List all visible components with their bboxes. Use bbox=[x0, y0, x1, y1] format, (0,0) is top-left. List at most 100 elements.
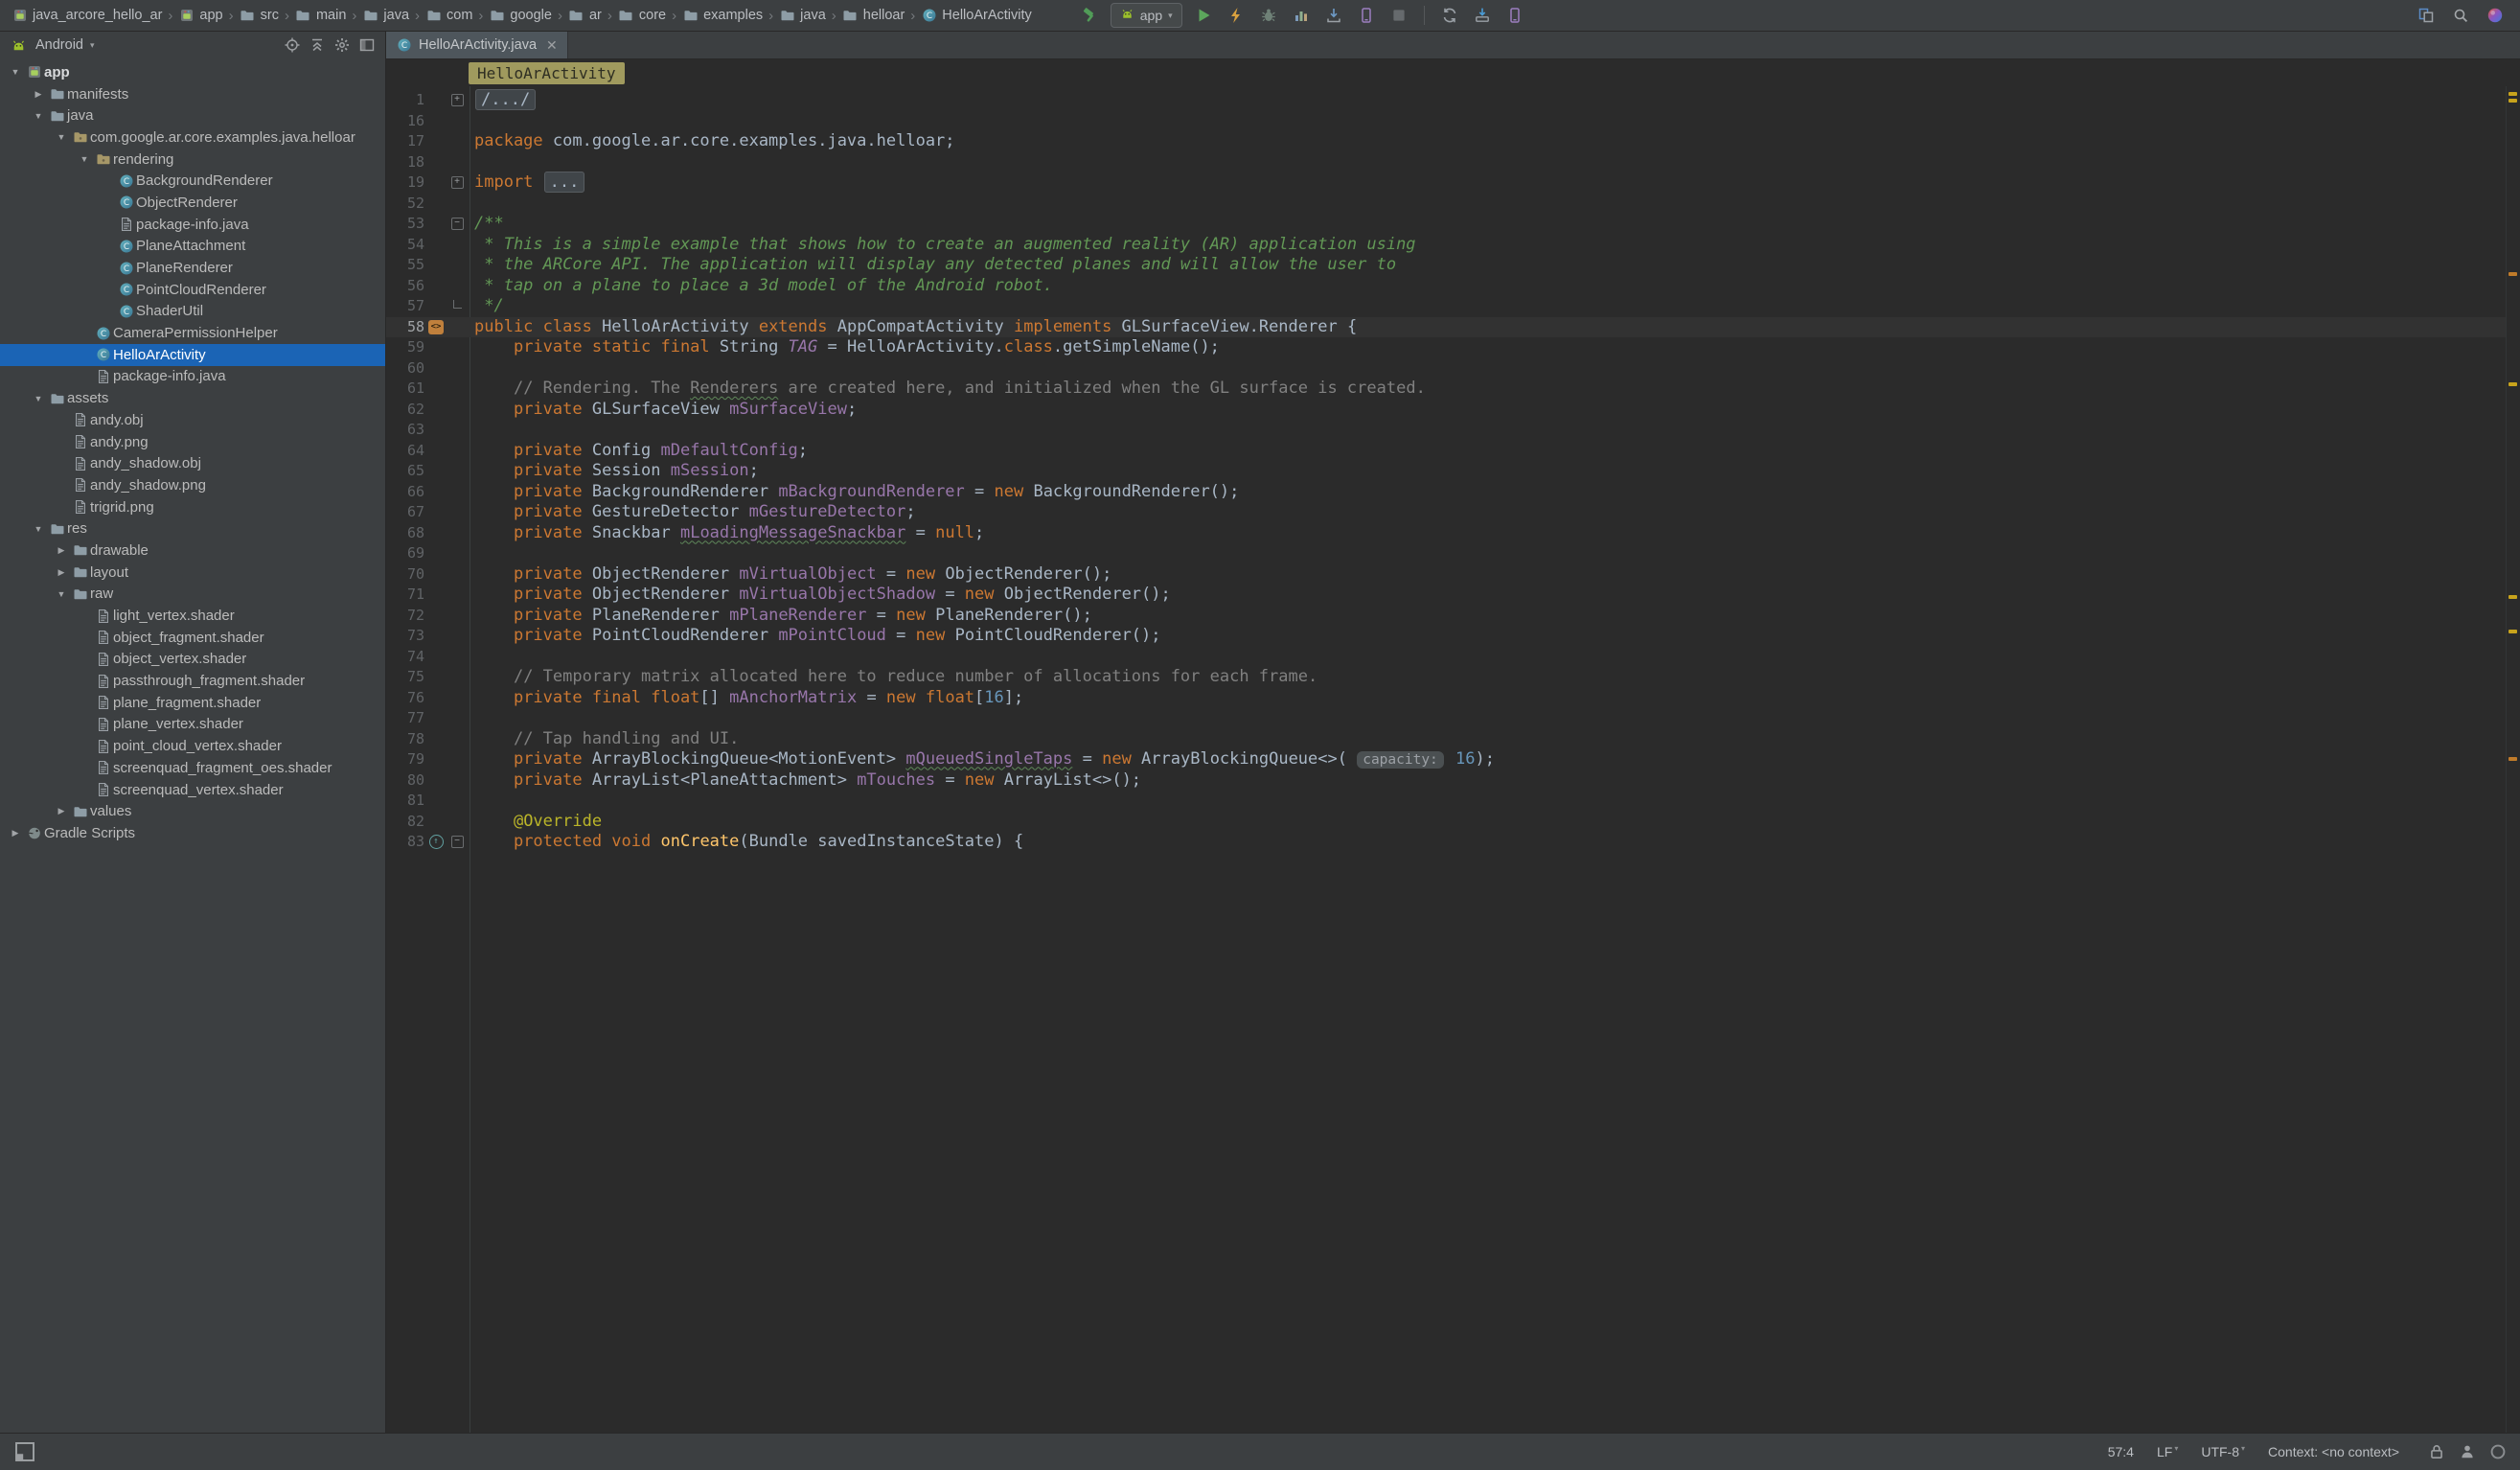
hide-panel-icon[interactable] bbox=[356, 34, 378, 56]
code-line-19[interactable]: 19+import ... bbox=[386, 172, 2520, 194]
editor-gutter[interactable]: 73 bbox=[386, 626, 470, 647]
code-text[interactable]: * tap on a plane to place a 3d model of … bbox=[470, 276, 1053, 297]
collapse-all-icon[interactable] bbox=[307, 34, 328, 56]
tree-item-andy-shadow-obj[interactable]: andy_shadow.obj bbox=[0, 452, 385, 474]
code-line-54[interactable]: 54 * This is a simple example that shows… bbox=[386, 235, 2520, 256]
editor-gutter[interactable]: 53− bbox=[386, 214, 470, 235]
related-layout-icon[interactable]: <> bbox=[424, 320, 447, 334]
editor-gutter[interactable]: 52 bbox=[386, 194, 470, 215]
code-line-81[interactable]: 81 bbox=[386, 791, 2520, 812]
line-number[interactable]: 80 bbox=[386, 770, 424, 792]
breadcrumb-item-core[interactable]: core bbox=[616, 8, 668, 24]
line-number[interactable]: 60 bbox=[386, 358, 424, 379]
code-line-53[interactable]: 53−/** bbox=[386, 214, 2520, 235]
code-text[interactable]: * the ARCore API. The application will d… bbox=[470, 255, 1396, 276]
editor-gutter[interactable]: 69 bbox=[386, 543, 470, 564]
editor-gutter[interactable]: 58<> bbox=[386, 317, 470, 338]
tree-item-andy-shadow-png[interactable]: andy_shadow.png bbox=[0, 474, 385, 496]
tree-item-plane-vertex-shader[interactable]: plane_vertex.shader bbox=[0, 714, 385, 736]
code-line-71[interactable]: 71 private ObjectRenderer mVirtualObject… bbox=[386, 585, 2520, 606]
expanded-arrow-icon[interactable]: ▼ bbox=[52, 132, 71, 142]
stripe-mark[interactable] bbox=[2509, 272, 2517, 276]
code-text[interactable]: private ArrayList<PlaneAttachment> mTouc… bbox=[470, 770, 1141, 792]
code-text[interactable]: */ bbox=[470, 296, 504, 317]
tree-item-camerapermissionhelper[interactable]: CCameraPermissionHelper bbox=[0, 322, 385, 344]
editor-gutter[interactable]: 80 bbox=[386, 770, 470, 792]
editor-gutter[interactable]: 18 bbox=[386, 152, 470, 173]
fold-end-marker[interactable] bbox=[447, 304, 467, 309]
project-view-selector[interactable]: Android ▾ bbox=[8, 34, 95, 56]
breadcrumb-item-examples[interactable]: examples bbox=[680, 8, 765, 24]
tree-item-package-info-java[interactable]: package-info.java bbox=[0, 214, 385, 236]
toolwindow-toggle-icon[interactable] bbox=[13, 1440, 36, 1463]
code-line-67[interactable]: 67 private GestureDetector mGestureDetec… bbox=[386, 502, 2520, 523]
code-line-18[interactable]: 18 bbox=[386, 152, 2520, 173]
line-number[interactable]: 72 bbox=[386, 606, 424, 627]
overriding-method-icon[interactable]: ↑ bbox=[424, 835, 447, 849]
stripe-mark[interactable] bbox=[2509, 99, 2517, 103]
editor-gutter[interactable]: 70 bbox=[386, 564, 470, 586]
code-line-75[interactable]: 75 // Temporary matrix allocated here to… bbox=[386, 667, 2520, 688]
tree-item-app[interactable]: ▼app bbox=[0, 61, 385, 83]
expanded-arrow-icon[interactable]: ▼ bbox=[29, 111, 48, 121]
code-text[interactable]: public class HelloArActivity extends App… bbox=[470, 317, 1357, 338]
line-number[interactable]: 65 bbox=[386, 461, 424, 482]
code-line-72[interactable]: 72 private PlaneRenderer mPlaneRenderer … bbox=[386, 606, 2520, 627]
stop-icon[interactable] bbox=[1387, 4, 1410, 27]
editor-gutter[interactable]: 54 bbox=[386, 235, 470, 256]
editor-gutter[interactable]: 17 bbox=[386, 131, 470, 152]
notifications-icon[interactable] bbox=[2489, 1443, 2507, 1460]
line-number[interactable]: 17 bbox=[386, 131, 424, 152]
apply-changes-icon[interactable] bbox=[1225, 4, 1248, 27]
code-text[interactable]: /** bbox=[470, 214, 504, 235]
tree-item-andy-png[interactable]: andy.png bbox=[0, 431, 385, 453]
fold-collapse-icon[interactable]: − bbox=[447, 218, 467, 230]
tree-item-values[interactable]: ▶values bbox=[0, 800, 385, 822]
tree-item-backgroundrenderer[interactable]: CBackgroundRenderer bbox=[0, 170, 385, 192]
line-ending-widget[interactable]: LF ▾ bbox=[2157, 1444, 2178, 1459]
code-line-64[interactable]: 64 private Config mDefaultConfig; bbox=[386, 441, 2520, 462]
code-line-77[interactable]: 77 bbox=[386, 708, 2520, 729]
code-line-73[interactable]: 73 private PointCloudRenderer mPointClou… bbox=[386, 626, 2520, 647]
tree-item-gradle-scripts[interactable]: ▶Gradle Scripts bbox=[0, 822, 385, 844]
expanded-arrow-icon[interactable]: ▼ bbox=[29, 394, 48, 403]
editor-gutter[interactable]: 66 bbox=[386, 482, 470, 503]
editor-gutter[interactable]: 61 bbox=[386, 379, 470, 400]
editor-gutter[interactable]: 68 bbox=[386, 523, 470, 544]
tree-item-screenquad-fragment-oes-shader[interactable]: screenquad_fragment_oes.shader bbox=[0, 757, 385, 779]
avd-manager-icon[interactable] bbox=[1503, 4, 1526, 27]
related-layout-icon[interactable]: <> bbox=[428, 320, 444, 334]
expanded-arrow-icon[interactable]: ▼ bbox=[52, 589, 71, 599]
editor-gutter[interactable]: 60 bbox=[386, 358, 470, 379]
tree-item-pointcloudrenderer[interactable]: CPointCloudRenderer bbox=[0, 279, 385, 301]
code-text[interactable]: private ArrayBlockingQueue<MotionEvent> … bbox=[470, 749, 1495, 771]
editor-gutter[interactable]: 16 bbox=[386, 111, 470, 132]
line-number[interactable]: 52 bbox=[386, 194, 424, 215]
line-number[interactable]: 1 bbox=[386, 90, 424, 111]
breadcrumb-item-app[interactable]: app bbox=[176, 8, 224, 24]
run-icon[interactable] bbox=[1192, 4, 1215, 27]
code-line-83[interactable]: 83↑− protected void onCreate(Bundle save… bbox=[386, 832, 2520, 853]
lock-icon[interactable] bbox=[2428, 1443, 2445, 1460]
tree-item-rendering[interactable]: ▼rendering bbox=[0, 149, 385, 171]
code-line-56[interactable]: 56 * tap on a plane to place a 3d model … bbox=[386, 276, 2520, 297]
line-number[interactable]: 55 bbox=[386, 255, 424, 276]
code-line-52[interactable]: 52 bbox=[386, 194, 2520, 215]
code-line-17[interactable]: 17package com.google.ar.core.examples.ja… bbox=[386, 131, 2520, 152]
line-number[interactable]: 18 bbox=[386, 152, 424, 173]
fold-expand-icon[interactable]: + bbox=[447, 94, 467, 106]
editor-gutter[interactable]: 83↑− bbox=[386, 832, 470, 853]
tree-item-java[interactable]: ▼java bbox=[0, 104, 385, 126]
editor-gutter[interactable]: 65 bbox=[386, 461, 470, 482]
breadcrumb-item-ar[interactable]: ar bbox=[566, 8, 604, 24]
search-everywhere-icon[interactable] bbox=[2449, 4, 2472, 27]
line-number[interactable]: 19 bbox=[386, 172, 424, 194]
breadcrumb-item-google[interactable]: google bbox=[487, 8, 554, 24]
tree-item-light-vertex-shader[interactable]: light_vertex.shader bbox=[0, 605, 385, 627]
tree-item-trigrid-png[interactable]: trigrid.png bbox=[0, 496, 385, 518]
tree-item-object-fragment-shader[interactable]: object_fragment.shader bbox=[0, 627, 385, 649]
stripe-mark[interactable] bbox=[2509, 757, 2517, 761]
line-number[interactable]: 79 bbox=[386, 749, 424, 770]
tree-item-plane-fragment-shader[interactable]: plane_fragment.shader bbox=[0, 692, 385, 714]
code-line-79[interactable]: 79 private ArrayBlockingQueue<MotionEven… bbox=[386, 749, 2520, 770]
